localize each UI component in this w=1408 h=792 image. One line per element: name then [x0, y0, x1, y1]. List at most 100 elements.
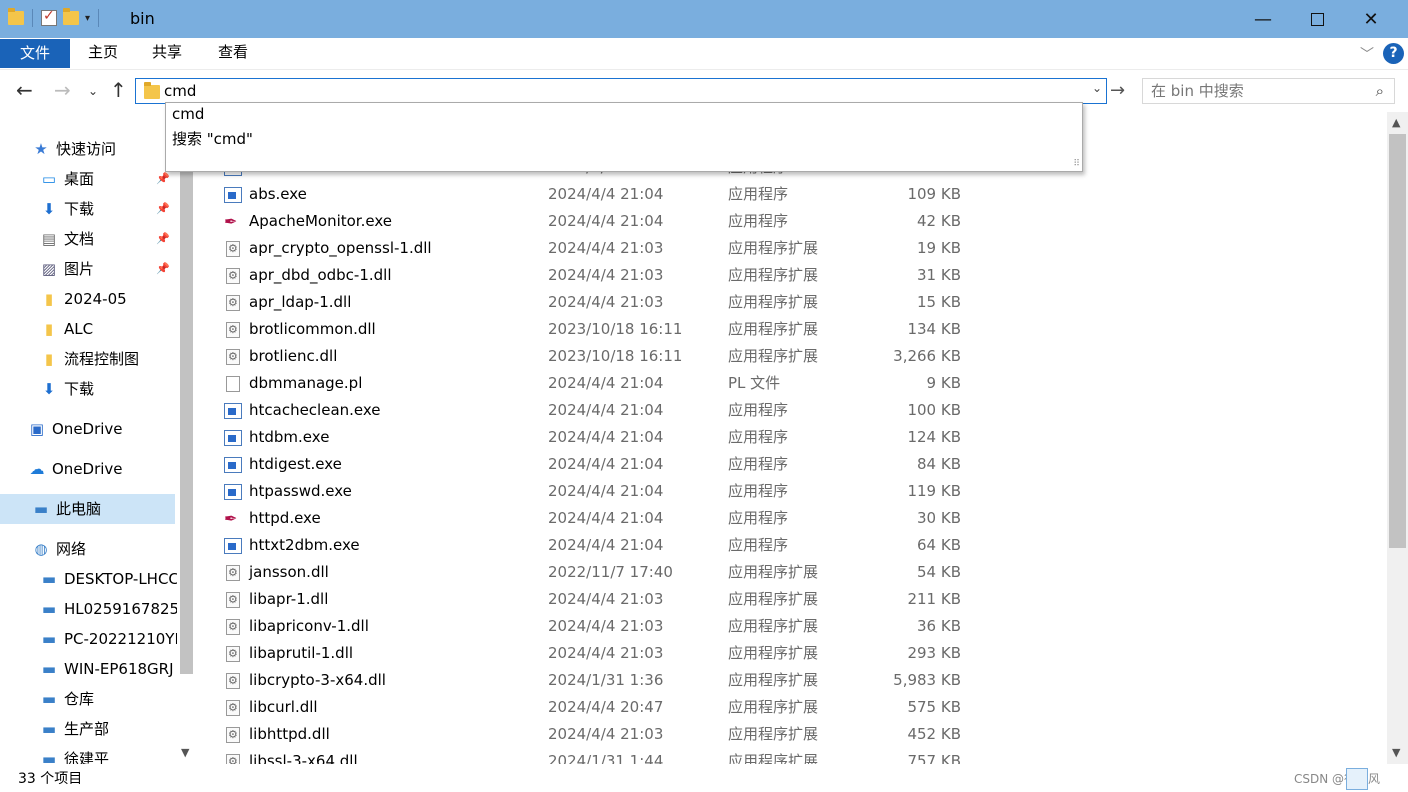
file-row[interactable]: libhttpd.dll 2024/4/4 21:03 应用程序扩展 452 KB	[196, 721, 996, 748]
sidebar-item[interactable]: ▨ 图片 📌	[0, 254, 170, 284]
sidebar-item[interactable]: ◍ 网络	[0, 534, 86, 564]
file-row[interactable]: libcrypto-3-x64.dll 2024/1/31 1:36 应用程序扩展 5…	[196, 667, 996, 694]
file-row[interactable]: ✒ ApacheMonitor.exe 2024/4/4 21:04 应用程序 42 K…	[196, 208, 996, 235]
file-row[interactable]: abs.exe 2024/4/4 21:04 应用程序 109 KB	[196, 181, 996, 208]
close-button[interactable]: ✕	[1344, 0, 1398, 38]
file-size: 211 KB	[907, 590, 961, 608]
file-size: 54 KB	[917, 563, 961, 581]
up-arrow-icon[interactable]: ↑	[110, 78, 127, 102]
sidebar-item[interactable]: ☁ OneDrive	[0, 454, 123, 484]
sidebar-item[interactable]: ⬇ 下载 📌	[0, 194, 170, 224]
sidebar-item[interactable]: ▬ PC-20221210YI	[0, 624, 179, 654]
file-name: brotlienc.dll	[249, 347, 338, 365]
feather-file-icon: ✒	[224, 509, 238, 528]
details-view-icon[interactable]	[1346, 768, 1368, 790]
file-name: apr_crypto_openssl-1.dll	[249, 239, 432, 257]
sidebar-item[interactable]: ⬇ 下载	[0, 374, 94, 404]
file-row[interactable]: libapr-1.dll 2024/4/4 21:03 应用程序扩展 211 KB	[196, 586, 996, 613]
sidebar-item-label: 文档	[64, 230, 95, 248]
file-row[interactable]: apr_crypto_openssl-1.dll 2024/4/4 21:03 应用…	[196, 235, 996, 262]
tab-file[interactable]: 文件	[0, 39, 70, 68]
maximize-button[interactable]	[1290, 0, 1344, 38]
suggestion-cmd[interactable]: cmd	[172, 105, 204, 123]
file-row[interactable]: htpasswd.exe 2024/4/4 21:04 应用程序 119 KB	[196, 478, 996, 505]
sidebar-item-label: OneDrive	[52, 460, 123, 478]
file-date: 2023/10/18 16:11	[548, 320, 683, 338]
scroll-down-icon[interactable]: ▼	[1392, 746, 1400, 759]
tab-view[interactable]: 查看	[206, 38, 260, 67]
scroll-down-icon[interactable]: ▼	[181, 746, 189, 759]
sidebar-item[interactable]: ▬ HL0259167825	[0, 594, 179, 624]
file-row[interactable]: apr_dbd_odbc-1.dll 2024/4/4 21:03 应用程序扩展 31…	[196, 262, 996, 289]
file-name: htdigest.exe	[249, 455, 342, 473]
pin-icon[interactable]: 📌	[156, 194, 170, 224]
pin-icon[interactable]: 📌	[156, 224, 170, 254]
customize-dropdown-icon[interactable]: ▾	[85, 13, 90, 24]
file-row[interactable]: jansson.dll 2022/11/7 17:40 应用程序扩展 54 KB	[196, 559, 996, 586]
address-bar[interactable]: ⌄	[135, 78, 1107, 104]
file-row[interactable]: dbmmanage.pl 2024/4/4 21:04 PL 文件 9 KB	[196, 370, 996, 397]
recent-locations-icon[interactable]: ⌄	[88, 84, 98, 98]
file-row[interactable]: libapriconv-1.dll 2024/4/4 21:03 应用程序扩展 36 …	[196, 613, 996, 640]
file-row[interactable]: htdigest.exe 2024/4/4 21:04 应用程序 84 KB	[196, 451, 996, 478]
file-name: libcurl.dll	[249, 698, 318, 716]
suggestion-search-cmd[interactable]: 搜索 "cmd"	[172, 128, 253, 149]
nav-scrollbar-thumb[interactable]	[180, 128, 193, 674]
sidebar-item[interactable]: ▣ OneDrive	[0, 414, 123, 444]
help-icon[interactable]: ?	[1383, 43, 1404, 64]
folder-icon: ▮	[44, 320, 54, 338]
address-input[interactable]	[164, 81, 1064, 101]
file-row[interactable]: httxt2dbm.exe 2024/4/4 21:04 应用程序 64 KB	[196, 532, 996, 559]
file-type: 应用程序扩展	[728, 617, 819, 635]
forward-arrow-icon[interactable]: →	[54, 78, 71, 102]
tab-share[interactable]: 共享	[140, 38, 194, 67]
new-folder-icon[interactable]	[63, 8, 79, 25]
resize-grip-icon[interactable]: ⠿	[1073, 159, 1080, 169]
tab-home[interactable]: 主页	[76, 38, 130, 67]
sidebar-item[interactable]: ▮ 2024-05	[0, 284, 127, 314]
properties-icon[interactable]	[41, 8, 57, 26]
desktop-icon: ▭	[41, 170, 57, 188]
sidebar-item[interactable]: ▬ DESKTOP-LHCC	[0, 564, 179, 594]
search-box[interactable]: ⌕	[1142, 78, 1395, 104]
pin-icon[interactable]: 📌	[156, 254, 170, 284]
file-size: 293 KB	[907, 644, 961, 662]
file-row[interactable]: libcurl.dll 2024/4/4 20:47 应用程序扩展 575 KB	[196, 694, 996, 721]
file-size: 757 KB	[907, 752, 961, 764]
go-arrow-icon[interactable]: →	[1110, 80, 1125, 101]
sidebar-item[interactable]: ▮ 流程控制图	[0, 344, 139, 374]
sidebar-item[interactable]: ★ 快速访问	[0, 134, 116, 164]
sidebar-item[interactable]: ▬ 生产部	[0, 714, 109, 744]
file-row[interactable]: htcacheclean.exe 2024/4/4 21:04 应用程序 100 KB	[196, 397, 996, 424]
search-input[interactable]	[1151, 82, 1361, 100]
feather-file-icon: ✒	[224, 212, 238, 231]
file-row[interactable]: brotlicommon.dll 2023/10/18 16:11 应用程序扩展 13…	[196, 316, 996, 343]
sidebar-item[interactable]: ▬ 仓库	[0, 684, 94, 714]
file-type: 应用程序扩展	[728, 752, 819, 764]
file-row[interactable]: ✒ httpd.exe 2024/4/4 21:04 应用程序 30 KB	[196, 505, 996, 532]
ribbon-tabs: 文件 主页 共享 查看	[0, 38, 1408, 70]
file-row[interactable]: htdbm.exe 2024/4/4 21:04 应用程序 124 KB	[196, 424, 996, 451]
expand-ribbon-icon[interactable]: ﹀	[1360, 44, 1374, 64]
sidebar-item[interactable]: ▬ 此电脑	[0, 494, 175, 524]
address-dropdown-icon[interactable]: ⌄	[1092, 81, 1102, 95]
file-row[interactable]: libssl-3-x64.dll 2024/1/31 1:44 应用程序扩展 757 …	[196, 748, 996, 764]
sidebar-item[interactable]: ▭ 桌面 📌	[0, 164, 170, 194]
sidebar-item[interactable]: ▮ ALC	[0, 314, 93, 344]
sidebar-item[interactable]: ▬ 徐建平	[0, 744, 109, 764]
file-name: dbmmanage.pl	[249, 374, 363, 392]
file-row[interactable]: brotlienc.dll 2023/10/18 16:11 应用程序扩展 3,266…	[196, 343, 996, 370]
file-type: 应用程序	[728, 401, 789, 419]
back-arrow-icon[interactable]: ←	[16, 78, 33, 102]
file-row[interactable]: libaprutil-1.dll 2024/4/4 21:03 应用程序扩展 293 …	[196, 640, 996, 667]
file-list-scrollbar-thumb[interactable]	[1389, 134, 1406, 548]
scroll-up-icon[interactable]: ▲	[1392, 116, 1400, 129]
file-row[interactable]: apr_ldap-1.dll 2024/4/4 21:03 应用程序扩展 15 KB	[196, 289, 996, 316]
sidebar-item[interactable]: ▤ 文档 📌	[0, 224, 170, 254]
file-type: 应用程序	[728, 455, 789, 473]
file-date: 2024/4/4 21:03	[548, 617, 664, 635]
title-bar: ▾ bin — ✕	[0, 0, 1408, 38]
minimize-button[interactable]: —	[1236, 0, 1290, 38]
sidebar-item[interactable]: ▬ WIN-EP618GRJ	[0, 654, 174, 684]
quick-access-toolbar: ▾	[8, 8, 101, 27]
